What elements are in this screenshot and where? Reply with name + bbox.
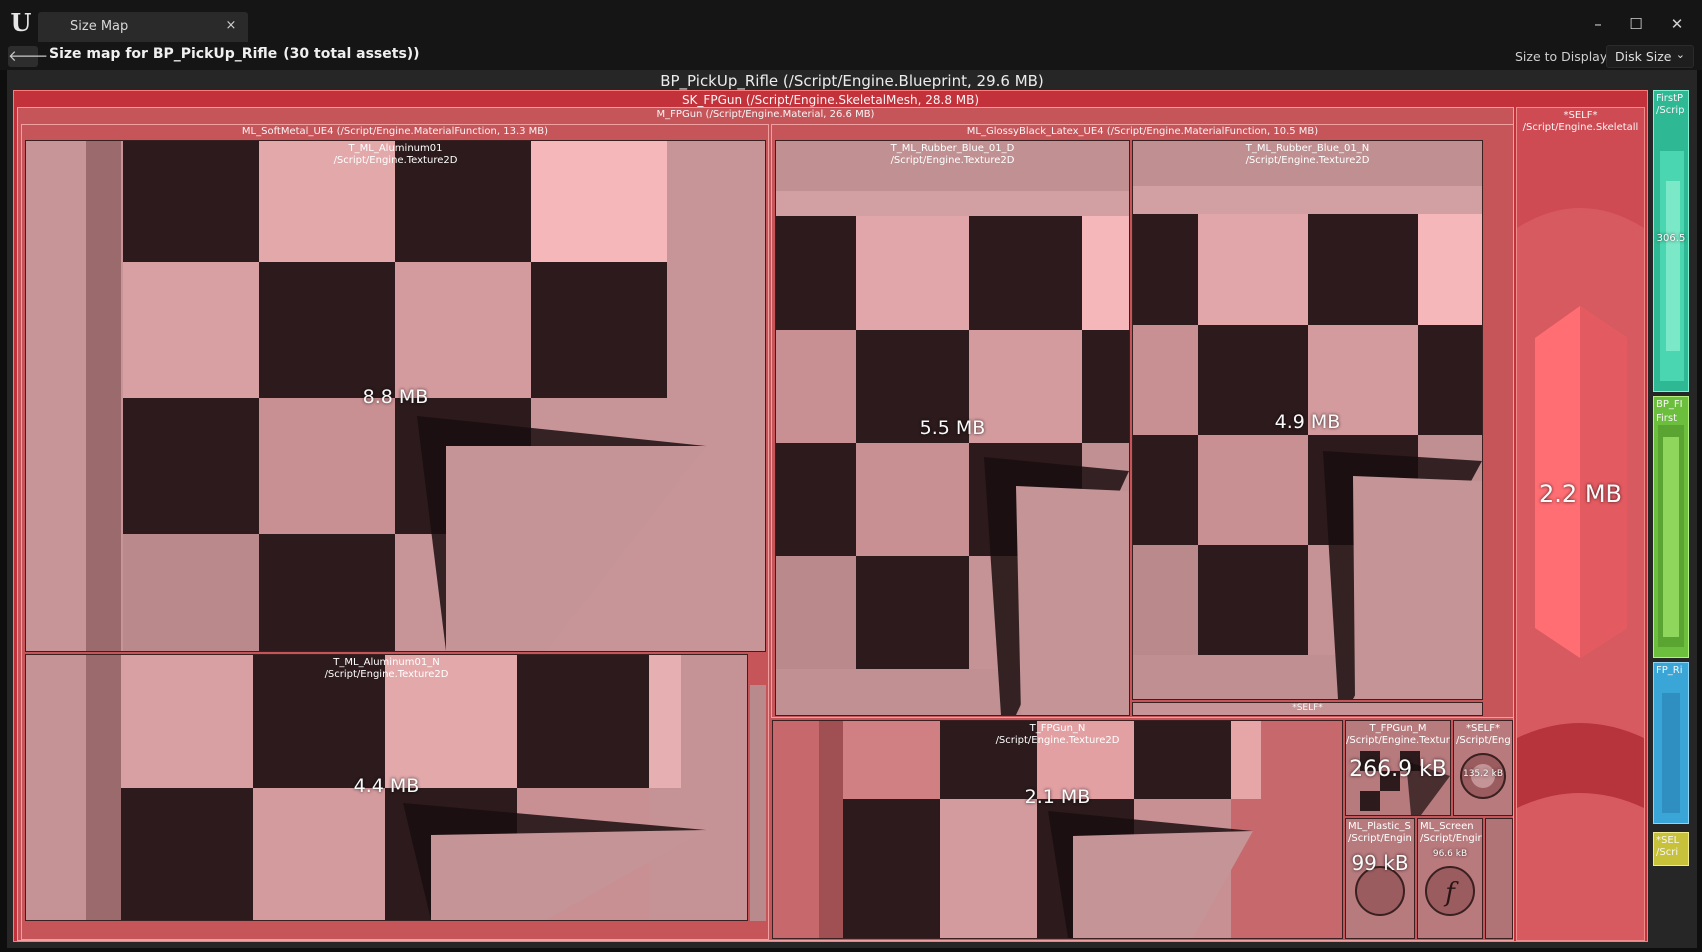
mesh-self-name: *SELF* bbox=[1563, 110, 1598, 121]
aluminum01-name: T_ML_Aluminum01 bbox=[348, 143, 443, 154]
rubber-d-type: /Script/Engine.Texture2D bbox=[890, 155, 1015, 166]
rubber-n-size: 4.9 MB bbox=[1274, 411, 1341, 433]
mesh-self-size: 2.2 MB bbox=[1539, 480, 1622, 508]
screen-name: ML_Screen bbox=[1420, 821, 1474, 832]
size-map-canvas[interactable]: BP_PickUp_Rifle (/Script/Engine.Blueprin… bbox=[7, 70, 1697, 948]
mat-self-size: 135.2 kB bbox=[1462, 769, 1503, 779]
glossyblack-self-label: *SELF* bbox=[1292, 703, 1323, 713]
node-t-ml-rubber-blue-n[interactable]: T_ML_Rubber_Blue_01_N /Script/Engine.Tex… bbox=[1132, 140, 1483, 700]
node-sk-fpgun-self[interactable]: *SELF* /Script/Engine.Skeletall 2.2 MB bbox=[1516, 107, 1645, 941]
fpgun-n-size: 2.1 MB bbox=[1024, 786, 1091, 808]
maximize-icon[interactable]: ☐ bbox=[1625, 13, 1647, 35]
minimize-icon[interactable]: – bbox=[1587, 13, 1609, 35]
mat-self-name: *SELF* bbox=[1466, 723, 1500, 734]
fpgun-m-type: /Script/Engine.Texture bbox=[1346, 735, 1450, 746]
aluminum01-n-type: /Script/Engine.Texture2D bbox=[324, 669, 449, 680]
node-ml-softmetal[interactable]: ML_SoftMetal_UE4 (/Script/Engine.Materia… bbox=[21, 124, 769, 940]
screen-type: /Script/Engir bbox=[1420, 833, 1482, 844]
node-sk-fpgun-label: SK_FPGun (/Script/Engine.SkeletalMesh, 2… bbox=[681, 93, 980, 107]
unreal-logo-icon: U bbox=[10, 8, 32, 37]
node-m-fpgun[interactable]: M_FPGun (/Script/Engine.Material, 26.6 M… bbox=[17, 107, 1514, 941]
node-t-fpgun-m[interactable]: T_FPGun_M /Script/Engine.Texture 266.9 k… bbox=[1345, 720, 1451, 816]
aluminum01-n-name: T_ML_Aluminum01_N bbox=[333, 657, 440, 668]
size-to-display-label: Size to Display: bbox=[1515, 49, 1611, 64]
bp-fi-name: BP_FI bbox=[1656, 399, 1683, 410]
bp-fi-sub: First bbox=[1656, 413, 1678, 424]
node-ml-glossyblack-label: ML_GlossyBlack_Latex_UE4 (/Script/Engine… bbox=[966, 126, 1319, 137]
bp-fi-thumbnail bbox=[1654, 397, 1688, 657]
fp-ri-thumbnail bbox=[1654, 663, 1688, 823]
node-t-ml-aluminum01[interactable]: T_ML_Aluminum01 /Script/Engine.Texture2D… bbox=[25, 140, 766, 652]
heading-total-assets: (30 total assets)) bbox=[283, 46, 420, 62]
plastic-name: ML_Plastic_S bbox=[1348, 821, 1411, 832]
root-asset-title: BP_PickUp_Rifle (/Script/Engine.Blueprin… bbox=[660, 72, 1044, 90]
chevron-down-icon: ⌄ bbox=[1675, 48, 1685, 61]
firstp-size: 306.5 bbox=[1656, 233, 1686, 244]
rubber-n-name: T_ML_Rubber_Blue_01_N bbox=[1245, 143, 1370, 154]
size-to-display-value: Disk Size bbox=[1615, 49, 1672, 64]
size-map-heading: Size map for BP_PickUp_Rifle (30 total as… bbox=[49, 46, 420, 62]
back-arrow-icon[interactable]: 🡐 bbox=[8, 46, 48, 67]
heading-text: Size map for BP_PickUp_Rifle bbox=[49, 46, 278, 62]
firstp-name: FirstP bbox=[1656, 93, 1684, 104]
fp-ri-name: FP_Ri bbox=[1656, 665, 1683, 676]
mesh-self-thumbnail bbox=[1517, 108, 1644, 940]
plastic-size: 99 kB bbox=[1351, 851, 1409, 875]
rubber-d-size: 5.5 MB bbox=[919, 417, 986, 439]
node-t-ml-rubber-blue-d[interactable]: T_ML_Rubber_Blue_01_D /Script/Engine.Tex… bbox=[775, 140, 1130, 716]
tab-label: Size Map bbox=[70, 19, 129, 34]
fpgun-n-type: /Script/Engine.Texture2D bbox=[995, 735, 1120, 746]
node-m-fpgun-self[interactable]: *SELF* /Script/Eng 135.2 kB bbox=[1453, 720, 1513, 816]
size-map-toolbar: 🡐 Size map for BP_PickUp_Rifle (30 total … bbox=[0, 44, 1702, 70]
title-bar: U Size Map × – ☐ ✕ bbox=[0, 0, 1702, 50]
rubber-d-name: T_ML_Rubber_Blue_01_D bbox=[890, 143, 1015, 154]
fpgun-n-thumbnail bbox=[773, 721, 1342, 938]
side-self-type: /Scri bbox=[1656, 847, 1679, 858]
fpgun-m-size: 266.9 kB bbox=[1349, 757, 1447, 782]
rubber-n-type: /Script/Engine.Texture2D bbox=[1245, 155, 1370, 166]
screen-size: 96.6 kB bbox=[1432, 849, 1468, 859]
fpgun-m-name: T_FPGun_M bbox=[1369, 723, 1427, 734]
node-small-assets[interactable] bbox=[1485, 818, 1513, 939]
side-self-name: *SEL bbox=[1656, 835, 1680, 846]
mesh-self-type: /Script/Engine.Skeletall bbox=[1522, 122, 1639, 133]
node-bp-fi[interactable]: BP_FI First bbox=[1653, 396, 1689, 658]
node-glossyblack-self[interactable]: *SELF* bbox=[1132, 702, 1483, 716]
aluminum01-size: 8.8 MB bbox=[362, 386, 429, 408]
node-ml-screen[interactable]: f ML_Screen /Script/Engir 96.6 kB bbox=[1417, 818, 1483, 939]
mat-self-type: /Script/Eng bbox=[1456, 735, 1511, 746]
node-t-ml-aluminum01-n[interactable]: T_ML_Aluminum01_N /Script/Engine.Texture… bbox=[25, 654, 748, 921]
fpgun-n-name: T_FPGun_N bbox=[1029, 723, 1086, 734]
node-softmetal-small[interactable] bbox=[750, 685, 766, 921]
node-sk-fpgun[interactable]: SK_FPGun (/Script/Engine.SkeletalMesh, 2… bbox=[13, 90, 1648, 942]
aluminum01-type: /Script/Engine.Texture2D bbox=[333, 155, 458, 166]
node-side-self[interactable]: *SEL /Scri bbox=[1653, 832, 1689, 866]
firstp-type: /Scrip bbox=[1656, 105, 1685, 116]
node-t-fpgun-n[interactable]: T_FPGun_N /Script/Engine.Texture2D 2.1 M… bbox=[772, 720, 1343, 939]
close-tab-icon[interactable]: × bbox=[224, 18, 238, 34]
plastic-type: /Script/Engin bbox=[1348, 833, 1412, 844]
size-to-display-dropdown[interactable]: Disk Size ⌄ bbox=[1606, 45, 1694, 68]
aluminum01-n-size: 4.4 MB bbox=[353, 775, 420, 797]
node-m-fpgun-label: M_FPGun (/Script/Engine.Material, 26.6 M… bbox=[656, 109, 875, 120]
tab-size-map[interactable]: Size Map × bbox=[38, 12, 248, 42]
node-ml-plastic[interactable]: ML_Plastic_S /Script/Engin 99 kB bbox=[1345, 818, 1415, 939]
node-firstp[interactable]: FirstP /Scrip 306.5 bbox=[1653, 90, 1689, 392]
node-fp-ri[interactable]: FP_Ri bbox=[1653, 662, 1689, 824]
close-window-icon[interactable]: ✕ bbox=[1666, 13, 1688, 35]
node-ml-softmetal-label: ML_SoftMetal_UE4 (/Script/Engine.Materia… bbox=[241, 126, 549, 137]
node-ml-glossyblack[interactable]: ML_GlossyBlack_Latex_UE4 (/Script/Engine… bbox=[771, 124, 1513, 718]
